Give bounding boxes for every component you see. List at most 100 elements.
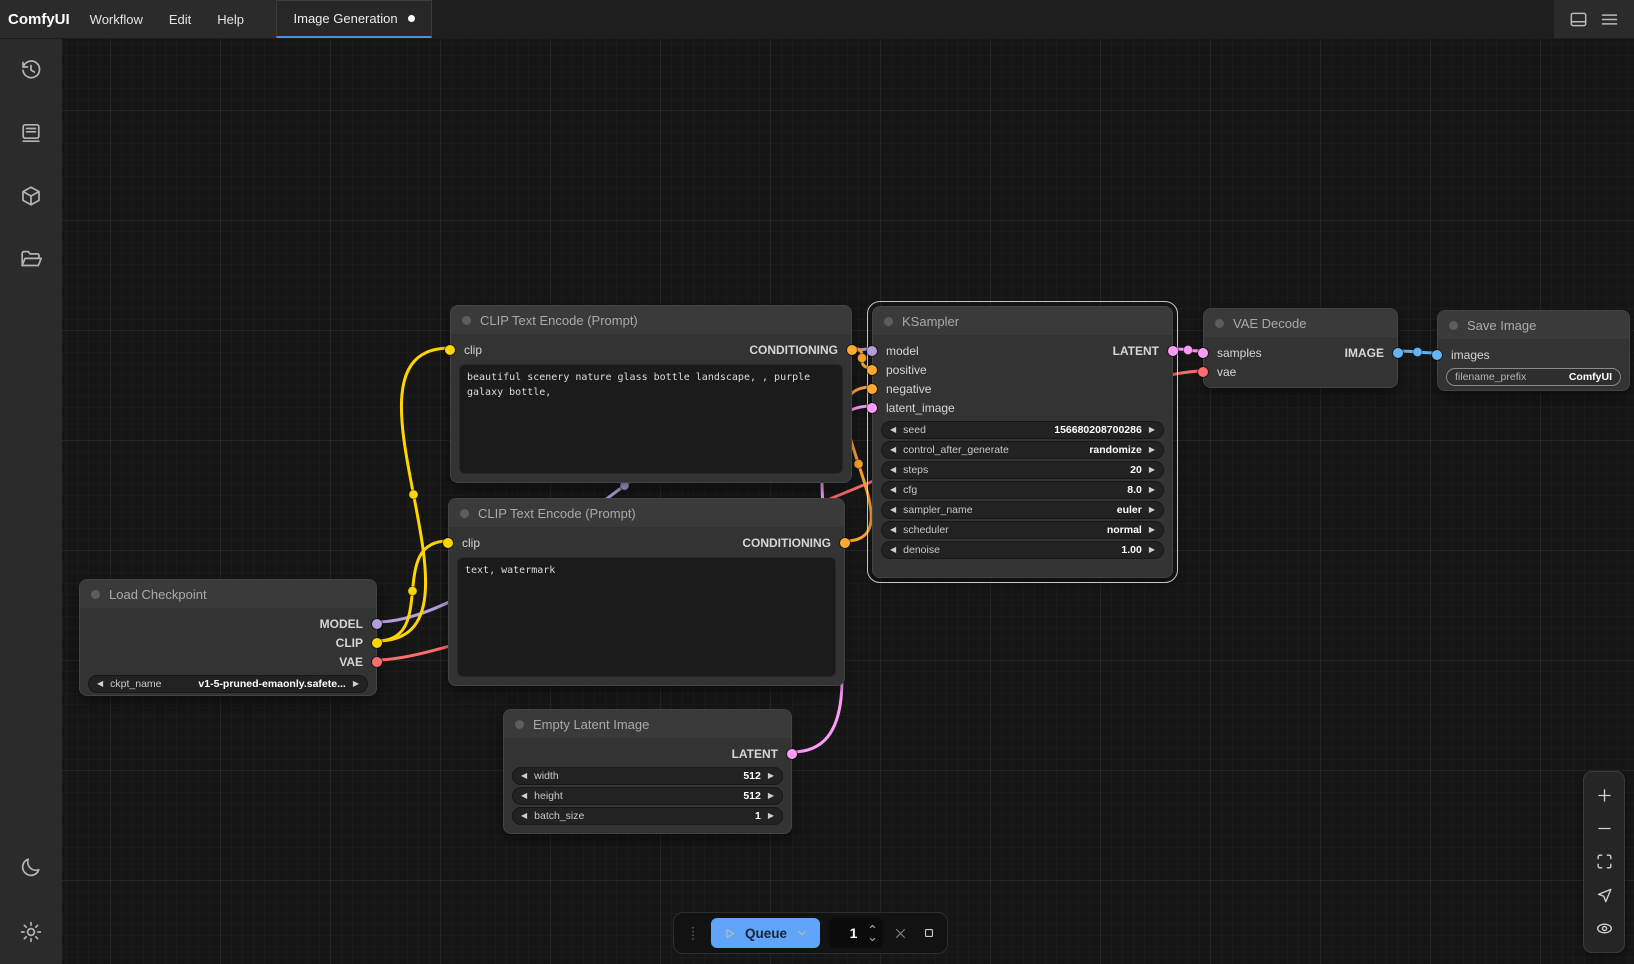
decrement-arrow-icon[interactable]: ◀ [890, 486, 896, 494]
input-port-model[interactable] [867, 346, 877, 356]
widget-cfg[interactable]: ◀cfg8.0▶ [881, 481, 1164, 499]
output-port-CLIP[interactable] [372, 638, 382, 648]
sidebar-item-theme-toggle[interactable] [13, 849, 49, 885]
increment-arrow-icon[interactable]: ▶ [1149, 546, 1155, 554]
batch-count-input[interactable]: 1 [829, 918, 883, 948]
increment-arrow-icon[interactable]: ▶ [768, 792, 774, 800]
sidebar-item-settings[interactable] [13, 914, 49, 950]
node-vae-decode[interactable]: VAE DecodesamplesIMAGEvae [1203, 308, 1398, 388]
sidebar-item-queue[interactable] [13, 115, 49, 151]
node-title-bar[interactable]: CLIP Text Encode (Prompt) [449, 499, 844, 527]
increment-arrow-icon[interactable]: ▶ [768, 772, 774, 780]
node-empty-latent-image[interactable]: Empty Latent ImageLATENT◀width512▶◀heigh… [503, 709, 792, 834]
output-port-CONDITIONING[interactable] [840, 538, 850, 548]
output-port-LATENT[interactable] [1168, 346, 1178, 356]
widget-width[interactable]: ◀width512▶ [512, 767, 783, 785]
increment-arrow-icon[interactable]: ▶ [1149, 446, 1155, 454]
sidebar-item-model-library[interactable] [13, 178, 49, 214]
widget-height[interactable]: ◀height512▶ [512, 787, 783, 805]
collapse-dot-icon[interactable] [884, 317, 893, 326]
toggle-link-visibility-button[interactable] [1595, 919, 1614, 938]
widget-filename_prefix[interactable]: filename_prefixComfyUI [1446, 368, 1621, 386]
decrement-arrow-icon[interactable]: ◀ [890, 506, 896, 514]
increment-arrow-icon[interactable]: ▶ [768, 812, 774, 820]
node-title-bar[interactable]: VAE Decode [1204, 309, 1397, 337]
prompt-textarea[interactable]: text, watermark [457, 557, 836, 677]
output-port-MODEL[interactable] [372, 619, 382, 629]
decrement-arrow-icon[interactable]: ◀ [97, 680, 103, 688]
node-clip-text-encode-positive[interactable]: CLIP Text Encode (Prompt)clipCONDITIONIN… [450, 305, 852, 483]
widget-seed[interactable]: ◀seed156680208700286▶ [881, 421, 1164, 439]
fit-view-button[interactable] [1595, 852, 1614, 871]
prompt-textarea[interactable]: beautiful scenery nature glass bottle la… [459, 364, 843, 474]
collapse-dot-icon[interactable] [462, 316, 471, 325]
decrement-arrow-icon[interactable]: ◀ [521, 772, 527, 780]
widget-batch_size[interactable]: ◀batch_size1▶ [512, 807, 783, 825]
zoom-in-button[interactable] [1595, 786, 1614, 805]
input-port-clip[interactable] [445, 345, 455, 355]
collapse-dot-icon[interactable] [1449, 321, 1458, 330]
input-port-clip[interactable] [443, 538, 453, 548]
widget-label: sampler_name [903, 504, 972, 516]
widget-steps[interactable]: ◀steps20▶ [881, 461, 1164, 479]
zoom-out-button[interactable] [1595, 819, 1614, 838]
output-port-VAE[interactable] [372, 657, 382, 667]
widget-denoise[interactable]: ◀denoise1.00▶ [881, 541, 1164, 559]
decrement-arrow-icon[interactable]: ◀ [521, 812, 527, 820]
node-clip-text-encode-negative[interactable]: CLIP Text Encode (Prompt)clipCONDITIONIN… [448, 498, 845, 686]
node-ksampler[interactable]: KSamplermodelLATENTpositivenegativelaten… [872, 306, 1173, 578]
node-title-bar[interactable]: CLIP Text Encode (Prompt) [451, 306, 851, 334]
queue-button[interactable]: Queue [711, 918, 820, 948]
input-port-samples[interactable] [1198, 348, 1208, 358]
output-port-CONDITIONING[interactable] [847, 345, 857, 355]
collapse-dot-icon[interactable] [1215, 319, 1224, 328]
node-title-bar[interactable]: Save Image [1438, 311, 1629, 339]
node-title-bar[interactable]: Load Checkpoint [80, 580, 376, 608]
input-port-negative[interactable] [867, 384, 877, 394]
increment-arrow-icon[interactable]: ▶ [1149, 486, 1155, 494]
node-canvas[interactable]: Load CheckpointMODELCLIPVAE◀ckpt_namev1-… [0, 0, 1634, 964]
panel-toggle-icon[interactable] [1568, 9, 1589, 30]
input-port-vae[interactable] [1198, 367, 1208, 377]
increment-arrow-icon[interactable]: ▶ [353, 680, 359, 688]
widget-control_after_generate[interactable]: ◀control_after_generaterandomize▶ [881, 441, 1164, 459]
collapse-dot-icon[interactable] [91, 590, 100, 599]
increment-arrow-icon[interactable]: ▶ [1149, 466, 1155, 474]
node-title-bar[interactable]: Empty Latent Image [504, 710, 791, 738]
decrement-arrow-icon[interactable]: ◀ [521, 792, 527, 800]
increment-arrow-icon[interactable]: ▶ [1149, 506, 1155, 514]
node-save-image[interactable]: Save Imageimagesfilename_prefixComfyUI [1437, 310, 1630, 391]
decrement-arrow-icon[interactable]: ◀ [890, 446, 896, 454]
input-port-latent_image[interactable] [867, 403, 877, 413]
menu-edit[interactable]: Edit [159, 7, 201, 32]
drag-handle[interactable] [684, 924, 702, 942]
interrupt-button[interactable] [921, 925, 937, 941]
increment-arrow-icon[interactable]: ▶ [1149, 426, 1155, 434]
decrement-arrow-icon[interactable]: ◀ [890, 426, 896, 434]
node-title-bar[interactable]: KSampler [873, 307, 1172, 335]
input-port-positive[interactable] [867, 365, 877, 375]
sidebar-item-workflow-history[interactable] [13, 52, 49, 88]
decrement-arrow-icon[interactable]: ◀ [890, 546, 896, 554]
chevron-down-icon[interactable] [795, 926, 809, 940]
clear-queue-button[interactable] [892, 925, 909, 942]
select-mode-button[interactable] [1595, 886, 1614, 905]
increment-arrow-icon[interactable]: ▶ [1149, 526, 1155, 534]
decrement-arrow-icon[interactable]: ◀ [890, 466, 896, 474]
widget-sampler_name[interactable]: ◀sampler_nameeuler▶ [881, 501, 1164, 519]
tab-image-generation[interactable]: Image Generation [276, 0, 432, 38]
decrement-arrow-icon[interactable]: ◀ [890, 526, 896, 534]
output-port-IMAGE[interactable] [1393, 348, 1403, 358]
input-port-images[interactable] [1432, 350, 1442, 360]
widget-scheduler[interactable]: ◀schedulernormal▶ [881, 521, 1164, 539]
widget-ckpt_name[interactable]: ◀ckpt_namev1-5-pruned-emaonly.safete...▶ [88, 675, 368, 693]
batch-count-steppers[interactable] [866, 920, 879, 946]
collapse-dot-icon[interactable] [460, 509, 469, 518]
menu-help[interactable]: Help [207, 7, 254, 32]
menu-workflow[interactable]: Workflow [80, 7, 153, 32]
main-menu-icon[interactable] [1599, 9, 1620, 30]
node-load-checkpoint[interactable]: Load CheckpointMODELCLIPVAE◀ckpt_namev1-… [79, 579, 377, 696]
output-port-LATENT[interactable] [787, 749, 797, 759]
sidebar-item-workflows[interactable] [13, 241, 49, 277]
collapse-dot-icon[interactable] [515, 720, 524, 729]
